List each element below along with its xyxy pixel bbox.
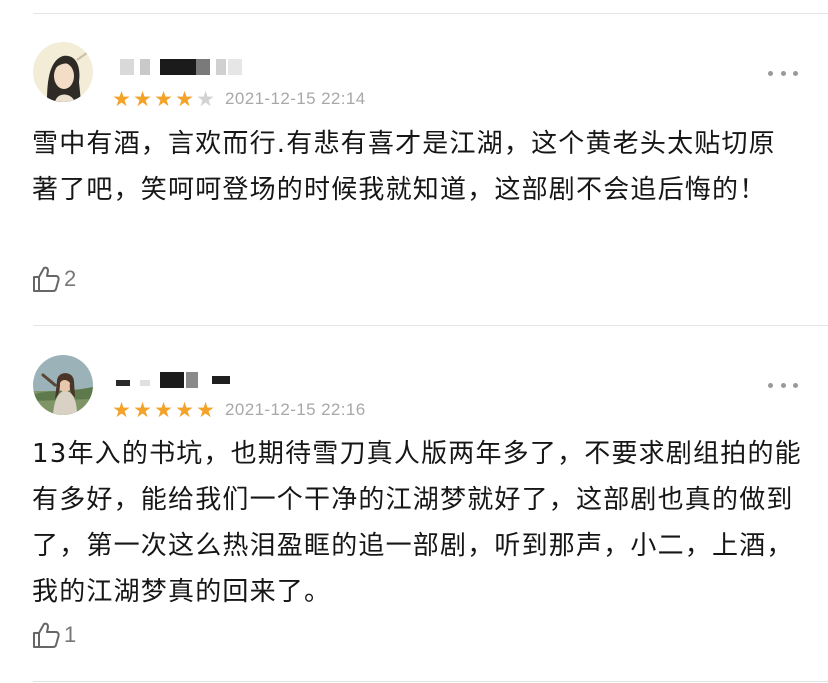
more-dots-icon: [768, 382, 773, 388]
like-count: 1: [64, 622, 77, 647]
comment-divider: [33, 325, 828, 326]
star-icon: ★: [175, 398, 194, 422]
bottom-divider: [33, 681, 828, 682]
timestamp: 2021-12-15 22:16: [225, 400, 366, 419]
star-icon: ★: [154, 398, 173, 422]
comment-text: 13年入的书坑，也期待雪刀真人版两年多了，不要求剧组拍的能有多好，能给我们一个干…: [32, 439, 802, 607]
user-avatar[interactable]: [33, 355, 93, 415]
top-divider: [33, 13, 828, 14]
star-icon: ★: [133, 87, 152, 111]
comment-text: 雪中有酒，言欢而行.有悲有喜才是江湖，这个黄老头太贴切原著了吧，笑呵呵登场的时候…: [32, 129, 776, 205]
star-rating: ★ ★ ★ ★ ★: [111, 88, 216, 110]
more-dots-icon: [793, 70, 798, 76]
more-dots-icon: [780, 70, 786, 76]
more-dots-icon: [780, 382, 786, 388]
username-redacted[interactable]: [116, 53, 246, 75]
user-avatar[interactable]: [33, 42, 93, 102]
rating-row: ★ ★ ★ ★ ★ 2021-12-15 22:14: [111, 88, 366, 110]
star-rating: ★ ★ ★ ★ ★: [111, 399, 216, 421]
like-button[interactable]: 2: [31, 264, 76, 294]
more-dots-icon: [793, 382, 798, 388]
thumbs-up-icon: [33, 266, 60, 292]
more-options-button[interactable]: [768, 66, 798, 80]
star-icon: ★: [196, 87, 215, 111]
avatar-girl-outdoor-icon: [33, 355, 93, 415]
star-icon: ★: [196, 398, 215, 422]
thumbs-up-icon: [33, 622, 60, 648]
timestamp: 2021-12-15 22:14: [225, 89, 366, 108]
star-icon: ★: [154, 87, 173, 111]
like-count: 2: [64, 266, 77, 291]
star-icon: ★: [112, 398, 131, 422]
star-icon: ★: [175, 87, 194, 111]
rating-row: ★ ★ ★ ★ ★ 2021-12-15 22:16: [111, 399, 366, 421]
star-icon: ★: [133, 398, 152, 422]
more-options-button[interactable]: [768, 378, 798, 392]
username-redacted[interactable]: [116, 366, 246, 388]
star-icon: ★: [112, 87, 131, 111]
like-button[interactable]: 1: [31, 620, 76, 650]
more-dots-icon: [768, 70, 773, 76]
avatar-woman-long-hair-icon: [33, 42, 93, 102]
